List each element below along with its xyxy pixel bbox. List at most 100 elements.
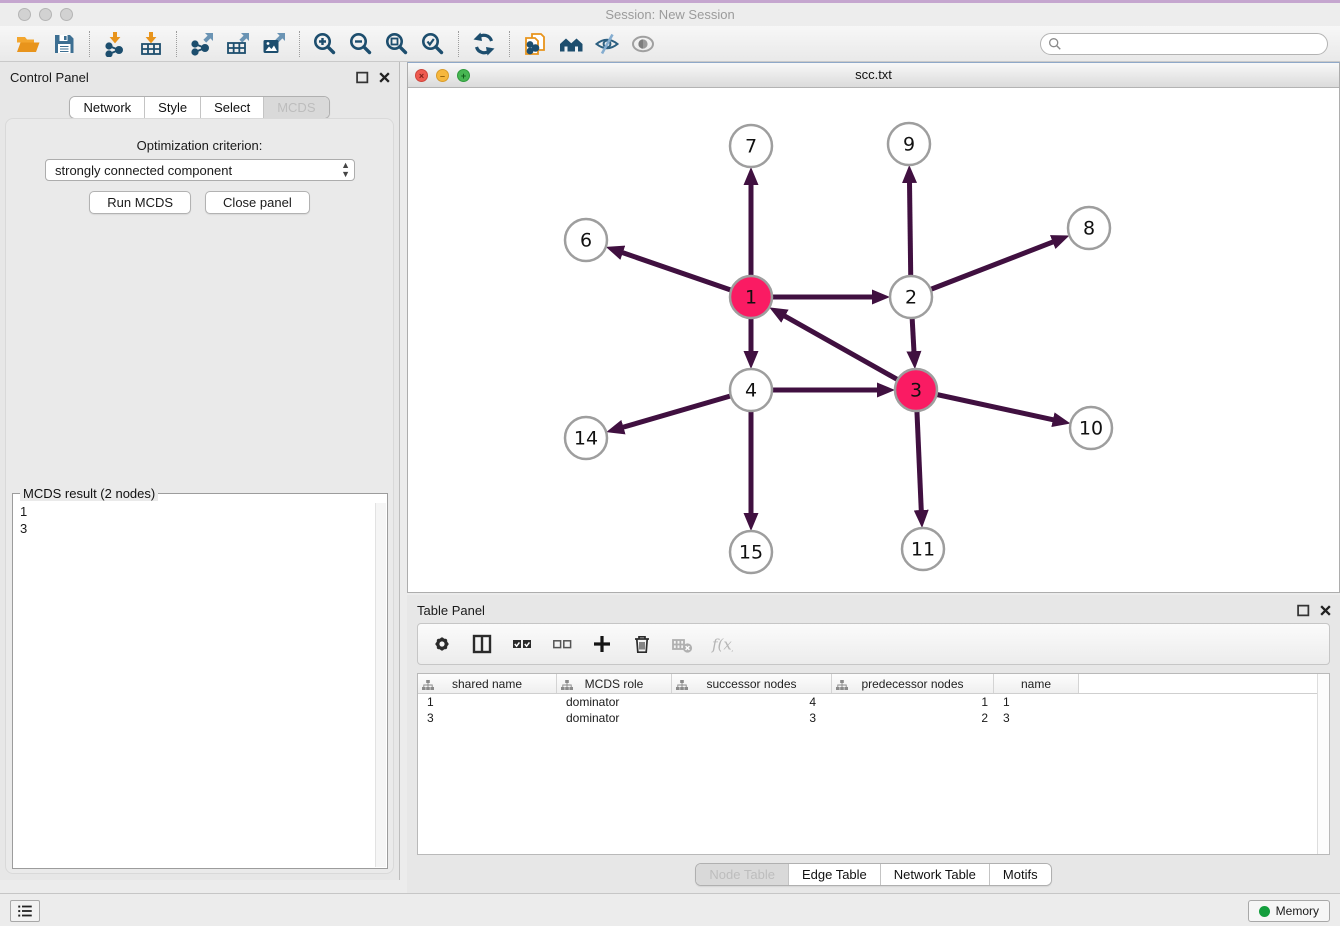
close-panel-icon[interactable] <box>378 71 391 84</box>
delete-column-button[interactable] <box>630 632 654 656</box>
open-folder-button[interactable] <box>10 29 46 59</box>
column-header-shared-name[interactable]: shared name <box>418 674 557 693</box>
float-table-panel-icon[interactable] <box>1297 604 1310 617</box>
column-header-predecessor-nodes[interactable]: predecessor nodes <box>832 674 994 693</box>
refresh-icon <box>471 31 497 57</box>
node-table: shared nameMCDS rolesuccessor nodesprede… <box>417 673 1330 855</box>
graph-node-label-6: 6 <box>580 230 592 252</box>
graph-node-label-14: 14 <box>574 428 598 450</box>
criterion-value: strongly connected component <box>55 163 232 178</box>
settings-gear-icon <box>431 633 453 655</box>
control-panel-tabbar: NetworkStyleSelectMCDS <box>69 96 329 119</box>
cell-name: 3 <box>994 711 1079 725</box>
toolbar-separator <box>176 31 177 57</box>
mcds-result-group: MCDS result (2 nodes) 1 3 <box>12 493 388 869</box>
settings-gear-button[interactable] <box>430 632 454 656</box>
tab-select[interactable]: Select <box>201 97 264 118</box>
table-row[interactable]: 3dominator323 <box>418 710 1329 726</box>
zoom-fit-icon <box>384 31 410 57</box>
memory-label: Memory <box>1276 904 1319 918</box>
search-input[interactable] <box>1062 37 1327 51</box>
table-panel-title: Table Panel <box>417 603 485 618</box>
control-panel-title: Control Panel <box>10 70 89 85</box>
cell-predecessor-nodes: 2 <box>832 711 994 725</box>
svg-text:f(x): f(x) <box>711 636 733 654</box>
task-history-button[interactable] <box>10 900 40 922</box>
menu-list-icon <box>16 902 34 920</box>
network-graph-canvas[interactable]: 7968124314101511 <box>408 88 1339 592</box>
refresh-button[interactable] <box>466 29 502 59</box>
zoom-selected-icon <box>420 31 446 57</box>
deselect-all-button[interactable] <box>550 632 574 656</box>
function-builder-button: f(x) <box>710 632 734 656</box>
tab-network-table[interactable]: Network Table <box>881 864 990 885</box>
show-graphics-icon <box>630 31 656 57</box>
import-table-button[interactable] <box>133 29 169 59</box>
dropdown-stepper-icon: ▲▼ <box>341 161 350 179</box>
zoom-in-icon <box>312 31 338 57</box>
hide-graphics-icon <box>594 31 620 57</box>
columns-icon <box>471 633 493 655</box>
result-scrollbar[interactable] <box>375 503 386 867</box>
tree-icon <box>836 680 848 690</box>
tab-motifs[interactable]: Motifs <box>990 864 1051 885</box>
clone-network-icon <box>522 31 548 57</box>
export-image-icon <box>261 31 287 57</box>
export-table-button[interactable] <box>220 29 256 59</box>
cell-MCDS-role: dominator <box>557 711 672 725</box>
graph-node-label-15: 15 <box>739 542 763 564</box>
hide-graphics-button[interactable] <box>589 29 625 59</box>
column-header-name[interactable]: name <box>994 674 1079 693</box>
tree-icon <box>422 680 434 690</box>
tab-node-table[interactable]: Node Table <box>696 864 789 885</box>
close-table-panel-icon[interactable] <box>1319 604 1332 617</box>
tab-style[interactable]: Style <box>145 97 201 118</box>
main-toolbar <box>0 26 1340 62</box>
control-panel: Control Panel NetworkStyleSelectMCDS Opt… <box>0 62 400 880</box>
open-folder-icon <box>15 31 41 57</box>
search-box[interactable] <box>1040 33 1328 55</box>
export-image-button[interactable] <box>256 29 292 59</box>
graph-node-label-8: 8 <box>1083 218 1095 240</box>
column-header-successor-nodes[interactable]: successor nodes <box>672 674 832 693</box>
tab-mcds[interactable]: MCDS <box>264 97 328 118</box>
show-graphics-button[interactable] <box>625 29 661 59</box>
cell-predecessor-nodes: 1 <box>832 695 994 709</box>
zoom-out-button[interactable] <box>343 29 379 59</box>
delete-table-button <box>670 632 694 656</box>
app-titlebar: Session: New Session <box>0 3 1340 26</box>
network-window-titlebar[interactable]: × – + scc.txt <box>408 63 1339 88</box>
column-header-MCDS-role[interactable]: MCDS role <box>557 674 672 693</box>
select-all-button[interactable] <box>510 632 534 656</box>
memory-button[interactable]: Memory <box>1248 900 1330 922</box>
add-column-button[interactable] <box>590 632 614 656</box>
function-builder-icon: f(x) <box>711 633 733 655</box>
zoom-selected-button[interactable] <box>415 29 451 59</box>
table-scrollbar[interactable] <box>1317 674 1329 854</box>
mcds-result-text[interactable]: 1 3 <box>15 503 373 866</box>
houses-button[interactable] <box>553 29 589 59</box>
graph-node-label-2: 2 <box>905 287 917 309</box>
zoom-fit-button[interactable] <box>379 29 415 59</box>
cell-successor-nodes: 3 <box>672 711 832 725</box>
tab-network[interactable]: Network <box>70 97 145 118</box>
columns-button[interactable] <box>470 632 494 656</box>
graph-edge-2-8[interactable] <box>911 242 1054 297</box>
toolbar-separator <box>299 31 300 57</box>
network-view-window: × – + scc.txt 7968124314101511 <box>407 62 1340 593</box>
close-panel-button[interactable]: Close panel <box>205 191 310 214</box>
save-button[interactable] <box>46 29 82 59</box>
criterion-dropdown[interactable]: strongly connected component ▲▼ <box>45 159 355 181</box>
float-panel-icon[interactable] <box>356 71 369 84</box>
import-network-button[interactable] <box>97 29 133 59</box>
clone-network-button[interactable] <box>517 29 553 59</box>
export-table-icon <box>225 31 251 57</box>
table-tabbar: Node TableEdge TableNetwork TableMotifs <box>695 863 1051 886</box>
graph-edge-3-1[interactable] <box>784 316 916 390</box>
graph-node-label-10: 10 <box>1079 418 1103 440</box>
run-mcds-button[interactable]: Run MCDS <box>89 191 191 214</box>
table-row[interactable]: 1dominator411 <box>418 694 1329 710</box>
zoom-in-button[interactable] <box>307 29 343 59</box>
export-network-button[interactable] <box>184 29 220 59</box>
tab-edge-table[interactable]: Edge Table <box>789 864 881 885</box>
